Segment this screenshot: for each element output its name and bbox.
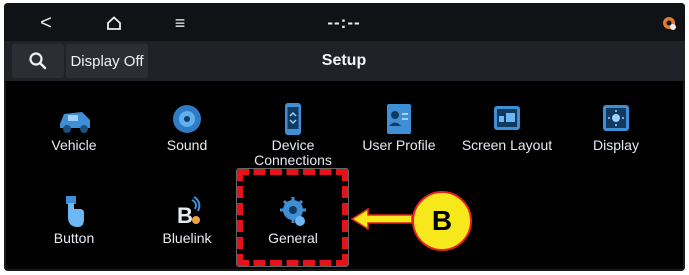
device-connections-label-line2: Connections [254, 152, 332, 168]
device-connections-tile[interactable]: Device Connections [245, 94, 341, 172]
page-title: Setup [321, 52, 367, 69]
button-label: Button [53, 230, 95, 246]
clock: --:-- [327, 13, 361, 32]
screen-layout-icon [494, 106, 520, 130]
vehicle-tile[interactable]: Vehicle [26, 94, 122, 172]
user-profile-icon [387, 104, 411, 134]
bluelink-icon: B [177, 196, 201, 228]
screen-layout-label: Screen Layout [461, 137, 553, 153]
settings-icon[interactable] [659, 12, 679, 34]
bluelink-label: Bluelink [162, 230, 212, 246]
search-button[interactable] [12, 44, 64, 78]
display-off-button[interactable]: Display Off [66, 44, 148, 78]
user-profile-tile[interactable]: User Profile [351, 94, 447, 172]
display-tile[interactable]: Display [568, 94, 664, 172]
back-icon[interactable]: < [36, 12, 56, 34]
screen-layout-tile[interactable]: Screen Layout [459, 94, 555, 172]
device-connections-label-line1: Device [271, 137, 315, 153]
infotainment-screen: < ≡ --:-- Display Off Setup Vehicle Soun… [4, 3, 685, 271]
button-icon [66, 196, 84, 227]
display-label: Display [593, 137, 639, 153]
bluelink-tile[interactable]: B Bluelink [139, 187, 235, 265]
svg-text:B: B [177, 203, 193, 228]
display-icon [603, 105, 629, 131]
menu-icon[interactable]: ≡ [170, 12, 190, 34]
user-profile-label: User Profile [362, 137, 436, 153]
highlight-box [237, 169, 348, 266]
device-connections-icon [285, 103, 301, 135]
vehicle-label: Vehicle [51, 137, 97, 153]
home-icon[interactable] [104, 12, 124, 34]
sound-tile[interactable]: Sound [139, 94, 235, 172]
device-connections-label: Device Connections [245, 138, 341, 168]
arrow-icon [350, 208, 413, 230]
search-icon [29, 52, 47, 70]
callout-badge: B [412, 191, 472, 251]
title-bar: Display Off Setup [4, 41, 685, 81]
sound-label: Sound [166, 137, 208, 153]
vehicle-icon [60, 112, 90, 133]
sound-icon [173, 105, 201, 133]
button-tile[interactable]: Button [26, 187, 122, 265]
status-bar: < ≡ --:-- [4, 3, 685, 41]
